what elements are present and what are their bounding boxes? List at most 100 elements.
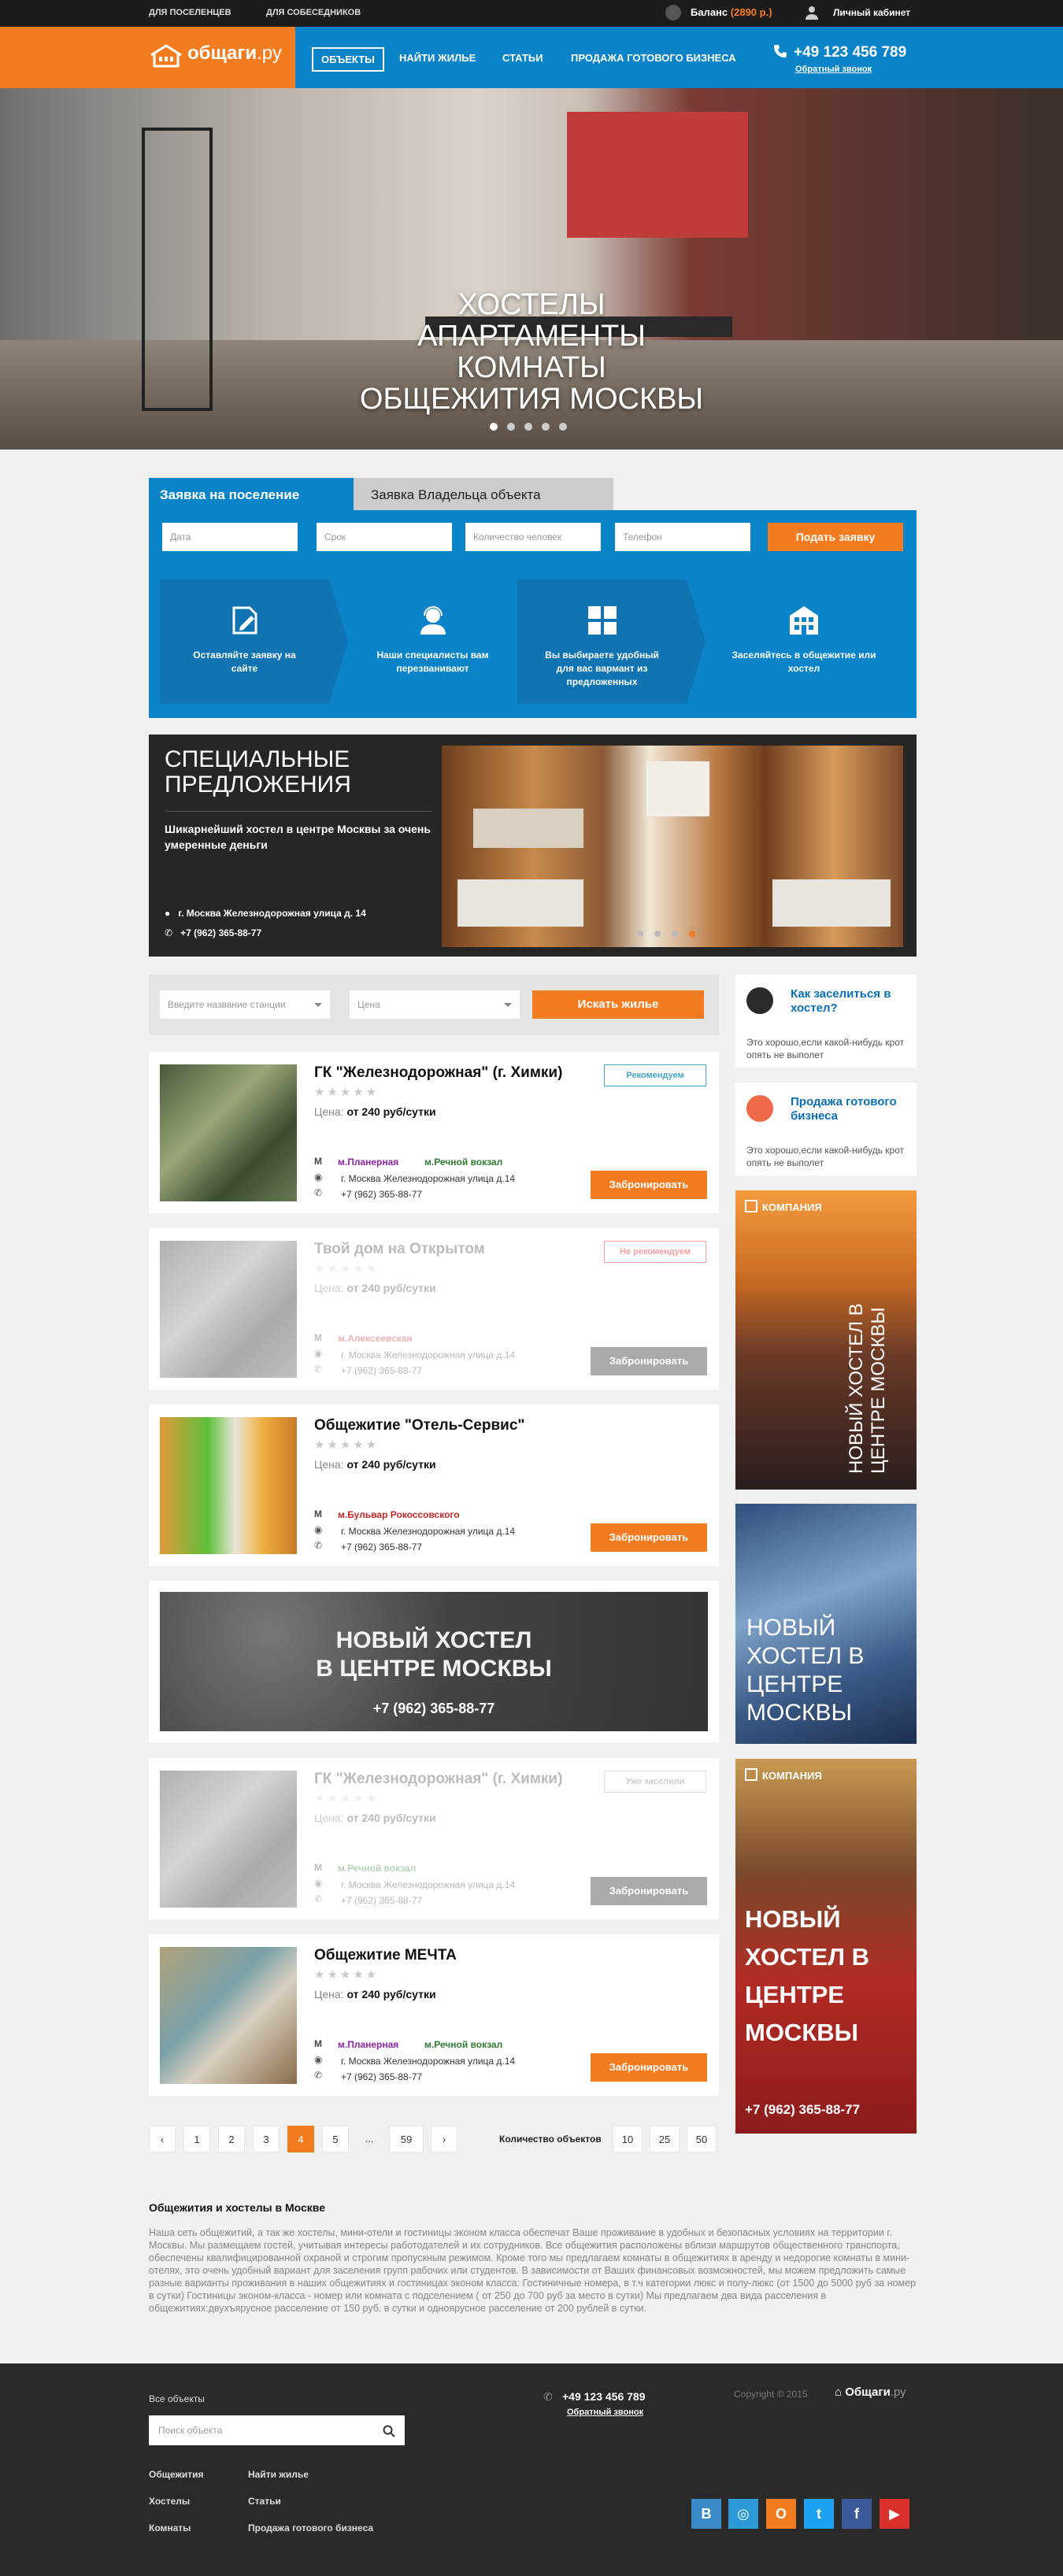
sidebar-box-desc: Это хорошо,если какой-нибудь крот опять …	[746, 1037, 905, 1060]
next-page-button[interactable]: ›	[431, 2126, 457, 2152]
people-count-input[interactable]: Количество человек	[465, 523, 601, 551]
listing-phone: +7 (962) 365-88-77	[341, 1189, 423, 1200]
slider-dot[interactable]	[637, 931, 643, 937]
slider-dot[interactable]	[490, 423, 498, 431]
footer-link[interactable]: Комнаты	[149, 2522, 191, 2533]
listing-photo[interactable]	[160, 1771, 297, 1908]
listing-card[interactable]: Общежитие МЕЧТА ★★★★★ Цена: от 240 руб/с…	[149, 1934, 719, 2096]
youtube-icon[interactable]: ▶	[880, 2499, 909, 2529]
term-input[interactable]: Срок	[317, 523, 452, 551]
price-value: от 240 руб/сутки	[346, 1812, 436, 1824]
footer-search-input[interactable]: Поиск объекта	[149, 2415, 405, 2445]
listing-name[interactable]: ГК "Железнодорожная" (г. Химки)	[314, 1064, 562, 1082]
page-button[interactable]: 2	[218, 2126, 245, 2152]
listing-card[interactable]: ГК "Железнодорожная" (г. Химки) ★★★★★ Це…	[149, 1758, 719, 1919]
slider-dot[interactable]	[507, 423, 515, 431]
page-button[interactable]: 3	[253, 2126, 280, 2152]
sidebar-ad-2[interactable]: НОВЫЙ ХОСТЕЛ В ЦЕНТРЕ МОСКВЫ	[735, 1504, 917, 1744]
slider-dot[interactable]	[524, 423, 532, 431]
tab-owner-request[interactable]: Заявка Владельца объекта	[354, 478, 613, 511]
slider-dot[interactable]	[654, 931, 661, 937]
footer-link[interactable]: Статьи	[248, 2496, 281, 2507]
listing-name[interactable]: Общежитие "Отель-Сервис"	[314, 1417, 524, 1434]
sidebar-how-to-settle[interactable]: Как заселиться в хостел? Это хорошо,если…	[735, 975, 917, 1068]
book-button[interactable]: Забронировать	[591, 1171, 707, 1199]
request-form: Дата Срок Количество человек Телефон Под…	[149, 510, 917, 718]
sidebar-business-sale[interactable]: Продажа готового бизнеса Это хорошо,если…	[735, 1083, 917, 1175]
listing-photo[interactable]	[160, 1417, 297, 1554]
footer-callback[interactable]: Обратный звонок	[567, 2408, 643, 2417]
slider-dot[interactable]	[672, 931, 678, 937]
facebook-icon[interactable]: f	[842, 2499, 872, 2529]
date-input[interactable]: Дата	[162, 523, 298, 551]
page-button[interactable]: 59	[389, 2126, 424, 2152]
listing-photo[interactable]	[160, 1064, 297, 1201]
prev-page-button[interactable]: ‹	[149, 2126, 176, 2152]
search-icon[interactable]	[383, 2425, 395, 2437]
listing-name[interactable]: Твой дом на Открытом	[314, 1241, 485, 1258]
book-button[interactable]: Забронировать	[591, 1347, 707, 1375]
page-size-option[interactable]: 25	[650, 2126, 680, 2152]
footer-link[interactable]: Найти жилье	[248, 2469, 309, 2480]
listing-photo[interactable]	[160, 1947, 297, 2084]
twitter-icon[interactable]: t	[804, 2499, 834, 2529]
page-size-option[interactable]: 10	[613, 2126, 643, 2152]
user-icon	[806, 6, 818, 20]
slider-dot[interactable]	[689, 931, 695, 937]
page-button-current[interactable]: 4	[287, 2126, 314, 2152]
slider-dot[interactable]	[559, 423, 567, 431]
search-housing-button[interactable]: Искать жилье	[532, 990, 704, 1019]
callback-link[interactable]: Обратный звонок	[795, 65, 872, 74]
ad-phone: +7 (962) 365-88-77	[745, 2102, 861, 2117]
nav-articles[interactable]: СТАТЬИ	[494, 47, 551, 68]
hero-slider: ХОСТЕЛЫ АПАРТАМЕНТЫ КОМНАТЫ ОБЩЕЖИТИЯ МО…	[0, 88, 1063, 450]
promo-banner[interactable]: НОВЫЙ ХОСТЕЛ В ЦЕНТРЕ МОСКВЫ +7 (962) 365…	[149, 1581, 719, 1742]
ad-text: НОВЫЙ ХОСТЕЛ В ЦЕНТРЕ МОСКВЫ	[746, 1615, 865, 1726]
page-button[interactable]: 1	[183, 2126, 210, 2152]
page-button[interactable]: 5	[322, 2126, 349, 2152]
price-select[interactable]: Цена	[350, 990, 520, 1019]
sidebar-ad-1[interactable]: КОМПАНИЯ НОВЫЙ ХОСТЕЛ В ЦЕНТРЕ МОСКВЫ	[735, 1190, 917, 1490]
listing-card[interactable]: Общежитие "Отель-Сервис" ★★★★★ Цена: от …	[149, 1405, 719, 1566]
slider-dot[interactable]	[542, 423, 550, 431]
submit-request-button[interactable]: Подать заявку	[768, 523, 903, 551]
odnoklassniki-icon[interactable]: О	[766, 2499, 796, 2529]
footer-link[interactable]: Хостелы	[149, 2496, 190, 2507]
nav-objects[interactable]: ОБЪЕКТЫ	[312, 47, 384, 72]
listing-card[interactable]: ГК "Железнодорожная" (г. Химки) ★★★★★ Це…	[149, 1052, 719, 1213]
instagram-icon[interactable]: ◎	[728, 2499, 758, 2529]
nav-find-housing[interactable]: НАЙТИ ЖИЛЬЕ	[391, 47, 483, 68]
listing-name[interactable]: ГК "Железнодорожная" (г. Химки)	[314, 1771, 562, 1788]
listing-address: г. Москва Железнодорожная улица д.14	[341, 1173, 516, 1184]
footer-logo[interactable]: ⌂ Общаги.ру	[835, 2385, 906, 2399]
sidebar-box-title[interactable]: Продажа готового бизнеса	[791, 1095, 909, 1123]
book-button[interactable]: Забронировать	[591, 1523, 707, 1552]
link-residents[interactable]: ДЛЯ ПОСЕЛЕНЦЕВ	[149, 8, 231, 17]
book-button[interactable]: Забронировать	[591, 2053, 707, 2082]
nav-business-sale[interactable]: ПРОДАЖА ГОТОВОГО БИЗНЕСА	[563, 47, 744, 68]
balance[interactable]: Баланс (2890 р.)	[691, 6, 772, 18]
link-interlocutors[interactable]: ДЛЯ СОБЕСЕДНИКОВ	[266, 8, 361, 17]
station-select[interactable]: Введите название станции	[160, 990, 330, 1019]
vk-icon[interactable]: В	[691, 2499, 721, 2529]
listing-card[interactable]: Твой дом на Открытом ★★★★★ Цена: от 240 …	[149, 1228, 719, 1390]
sidebar-box-title[interactable]: Как заселиться в хостел?	[791, 987, 909, 1016]
listing-photo[interactable]	[160, 1241, 297, 1378]
book-button[interactable]: Забронировать	[591, 1877, 707, 1905]
header-phone[interactable]: +49 123 456 789	[794, 44, 906, 61]
metro-station: м.Алексеевская	[338, 1333, 413, 1344]
phone-input[interactable]: Телефон	[615, 523, 750, 551]
location-icon: ◉	[314, 1171, 323, 1183]
cabinet-link[interactable]: Личный кабинет	[833, 7, 910, 18]
tab-settlement-request[interactable]: Заявка на поселение	[149, 478, 354, 511]
ad-text: НОВЫЙ ХОСТЕЛ В ЦЕНТРЕ МОСКВЫ	[745, 1905, 869, 2046]
page-size-option[interactable]: 50	[687, 2126, 717, 2152]
special-photo[interactable]	[442, 746, 903, 947]
listing-name[interactable]: Общежитие МЕЧТА	[314, 1947, 457, 1964]
metro-icon: M	[314, 1862, 322, 1873]
footer-link[interactable]: Общежития	[149, 2469, 204, 2480]
footer-link[interactable]: Продажа готового бизнеса	[248, 2522, 373, 2533]
logo[interactable]: общаги.ру	[187, 43, 282, 65]
sidebar-ad-3[interactable]: КОМПАНИЯ НОВЫЙ ХОСТЕЛ В ЦЕНТРЕ МОСКВЫ +7…	[735, 1759, 917, 2134]
footer-phone[interactable]: +49 123 456 789	[562, 2390, 646, 2403]
